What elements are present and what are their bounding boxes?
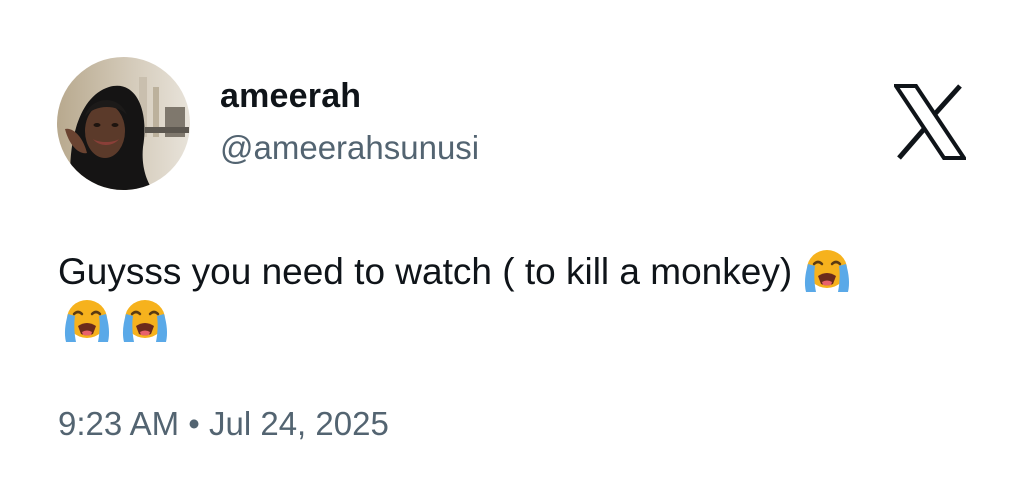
author-display-name[interactable]: ameerah <box>220 76 361 116</box>
x-logo-icon <box>892 84 968 160</box>
tweet-body: Guysss you need to watch ( to kill a mon… <box>58 251 793 292</box>
profile-photo-icon <box>57 57 190 190</box>
tweet-timestamp[interactable]: 9:23 AM • Jul 24, 2025 <box>58 404 389 444</box>
tweet-date: Jul 24, 2025 <box>208 405 389 442</box>
tweet-time: 9:23 AM <box>58 405 180 442</box>
loudly-crying-face-icon <box>805 250 850 292</box>
author-handle[interactable]: @ameerahsunusi <box>220 128 479 168</box>
loudly-crying-face-icon <box>122 300 168 342</box>
tweet-card: ameerah @ameerahsunusi Guysss you need t… <box>0 0 1024 499</box>
avatar[interactable] <box>57 57 190 190</box>
loudly-crying-face-icon <box>64 300 110 342</box>
timestamp-separator: • <box>188 405 200 442</box>
tweet-text: Guysss you need to watch ( to kill a mon… <box>58 247 978 347</box>
